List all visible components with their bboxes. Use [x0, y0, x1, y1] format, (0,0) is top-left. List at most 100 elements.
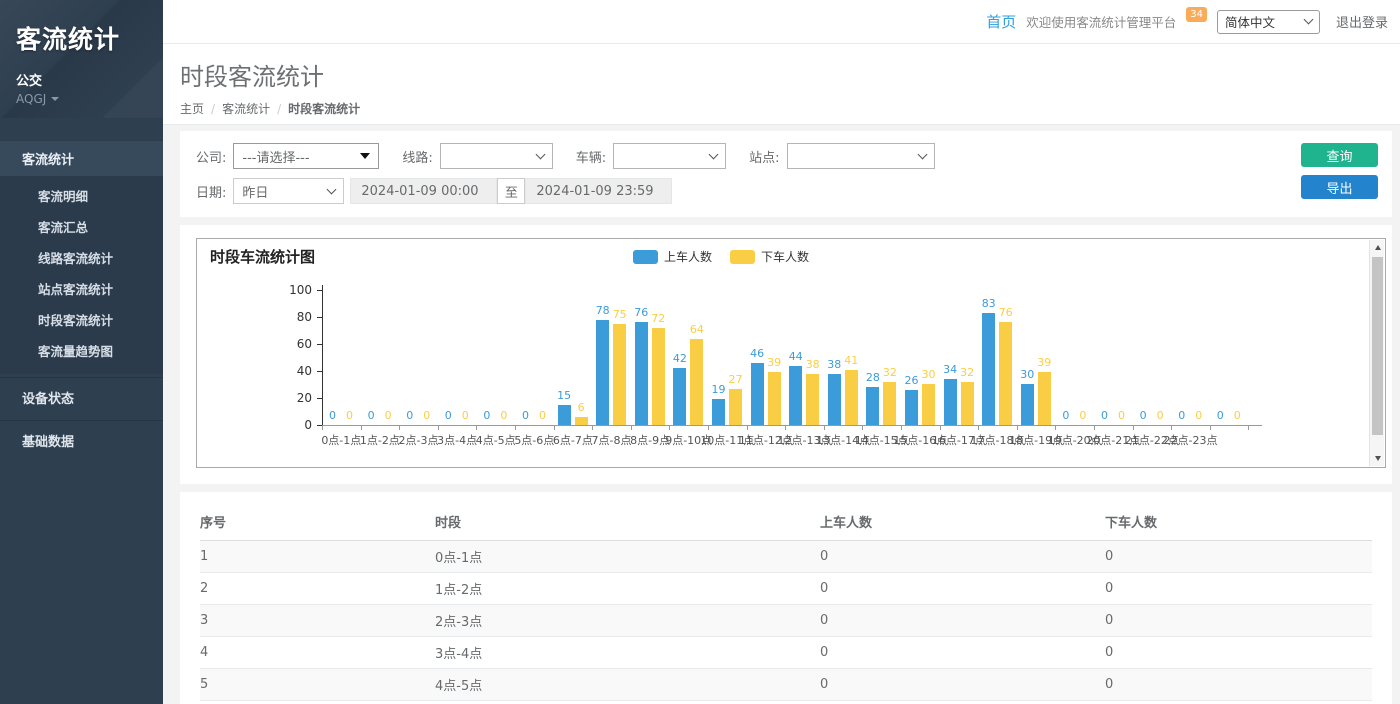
sidebar: 客流统计 公交 AQGJ 客流统计 客流明细客流汇总线路客流统计站点客流统计时段… [0, 0, 163, 704]
bar-boarding [635, 322, 648, 425]
bar-alighting [575, 417, 588, 425]
bar-alighting [613, 324, 626, 425]
bar-boarding [596, 320, 609, 425]
x-axis-tick [785, 426, 786, 430]
scroll-up-icon [1375, 245, 1381, 250]
welcome-text: 欢迎使用客流统计管理平台 [1026, 12, 1176, 31]
chart-legend: 上车人数 下车人数 [197, 248, 1245, 265]
scroll-down-icon [1375, 456, 1381, 461]
legend-swatch [730, 250, 755, 264]
app-logo: 客流统计 [16, 20, 147, 56]
chevron-down-icon [327, 184, 337, 194]
table-cell: 0点-1点 [435, 541, 820, 573]
breadcrumb-separator: / [277, 102, 281, 116]
user-dropdown[interactable]: AQGJ [16, 92, 147, 106]
x-axis-category-label: 22点-23点 [1164, 432, 1218, 448]
table-cell: 4点-5点 [435, 669, 820, 701]
x-axis-tick [1210, 426, 1211, 430]
scrollbar-down-button[interactable] [1370, 451, 1385, 466]
legend-item-boarding[interactable]: 上车人数 [633, 248, 712, 265]
chevron-down-icon [1304, 15, 1314, 25]
chart-box: 时段车流统计图 上车人数下车人数 020406080100000点-1点001点… [196, 238, 1386, 468]
x-axis-tick [438, 426, 439, 430]
logout-link[interactable]: 退出登录 [1336, 12, 1388, 31]
y-axis-tick-label: 0 [278, 418, 312, 432]
bar-alighting [806, 374, 819, 425]
x-axis-category-label: 0点-1点 [321, 432, 361, 448]
x-axis-category-label: 6点-7点 [553, 432, 593, 448]
date-preset-value: 昨日 [242, 182, 268, 201]
station-select[interactable] [787, 143, 935, 169]
sidebar-subitem-flow-summary[interactable]: 客流汇总 [0, 211, 163, 242]
bar-boarding [944, 379, 957, 425]
sidebar-menu: 客流统计 客流明细客流汇总线路客流统计站点客流统计时段客流统计客流量趋势图 设备… [0, 140, 163, 460]
table-cell: 1 [200, 541, 435, 573]
table-row: 21点-2点00 [200, 573, 1372, 605]
x-axis-tick [554, 426, 555, 430]
bar-boarding [751, 363, 764, 425]
table-header-cell: 时段 [435, 502, 820, 541]
sidebar-subitem-flow-trend-chart[interactable]: 客流量趋势图 [0, 335, 163, 366]
x-axis-category-label: 8点-9点 [630, 432, 670, 448]
sidebar-subitem-flow-detail[interactable]: 客流明细 [0, 180, 163, 211]
company-select[interactable]: ---请选择--- [233, 143, 379, 169]
table-cell: 0 [820, 541, 1105, 573]
date-end-input[interactable] [525, 178, 672, 204]
sidebar-item-base-data[interactable]: 基础数据 [0, 420, 163, 460]
line-label: 线路: [402, 147, 432, 166]
date-start-input[interactable] [350, 178, 497, 204]
date-preset-select[interactable]: 昨日 [233, 178, 344, 204]
sidebar-header: 客流统计 公交 AQGJ [0, 0, 163, 118]
bar-alighting [961, 382, 974, 425]
table-cell: 0 [1105, 573, 1372, 605]
table-cell: 0 [1105, 541, 1372, 573]
bar-boarding [712, 399, 725, 425]
x-axis-tick [901, 426, 902, 430]
sidebar-item-passenger-flow-stats[interactable]: 客流统计 [0, 140, 163, 176]
breadcrumb-home[interactable]: 主页 [180, 100, 204, 117]
export-button[interactable]: 导出 [1301, 175, 1378, 199]
x-axis-tick [592, 426, 593, 430]
sidebar-item-device-status[interactable]: 设备状态 [0, 377, 163, 417]
sidebar-top-items: 设备状态基础数据 [0, 377, 163, 460]
bar-value-label: 0 [526, 409, 560, 422]
main-area: 首页 欢迎使用客流统计管理平台 34 简体中文 退出登录 时段 客流统计 主页 /… [163, 0, 1400, 704]
table-cell: 2 [200, 573, 435, 605]
bar-alighting [690, 339, 703, 425]
sidebar-subitem-station-flow-stats[interactable]: 站点客流统计 [0, 273, 163, 304]
chevron-down-icon [917, 149, 927, 159]
home-link[interactable]: 首页 [986, 11, 1016, 32]
x-axis-tick [940, 426, 941, 430]
y-axis-tick-label: 80 [278, 310, 312, 324]
table-cell: 0 [820, 669, 1105, 701]
table-header-cell: 序号 [200, 502, 435, 541]
x-axis-category-label: 4点-5点 [476, 432, 516, 448]
chevron-down-icon [709, 149, 719, 159]
table-cell: 0 [1105, 637, 1372, 669]
scrollbar-thumb[interactable] [1372, 257, 1383, 435]
sidebar-subitem-period-flow-stats[interactable]: 时段客流统计 [0, 304, 163, 335]
notification-badge[interactable]: 34 [1186, 7, 1207, 22]
bar-value-label: 64 [680, 323, 714, 336]
scrollbar-up-button[interactable] [1370, 240, 1385, 255]
bar-value-label: 41 [834, 354, 868, 367]
y-axis-tick-label: 20 [278, 391, 312, 405]
breadcrumb-section[interactable]: 客流统计 [222, 100, 270, 117]
x-axis-tick [978, 426, 979, 430]
bar-alighting [768, 372, 781, 425]
y-axis-tick-label: 60 [278, 337, 312, 351]
x-axis-tick [708, 426, 709, 430]
sidebar-subitem-line-flow-stats[interactable]: 线路客流统计 [0, 242, 163, 273]
vehicle-select[interactable] [613, 143, 726, 169]
search-button[interactable]: 查询 [1301, 143, 1378, 167]
bar-boarding [789, 366, 802, 425]
table-cell: 0 [1105, 701, 1372, 704]
table-row: 54点-5点00 [200, 669, 1372, 701]
table-row: 43点-4点00 [200, 637, 1372, 669]
line-select[interactable] [440, 143, 553, 169]
company-label: 公司: [196, 147, 226, 166]
bar-alighting [652, 328, 665, 425]
language-select[interactable]: 简体中文 [1217, 10, 1320, 34]
legend-item-alighting[interactable]: 下车人数 [730, 248, 809, 265]
breadcrumb-separator: / [211, 102, 215, 116]
